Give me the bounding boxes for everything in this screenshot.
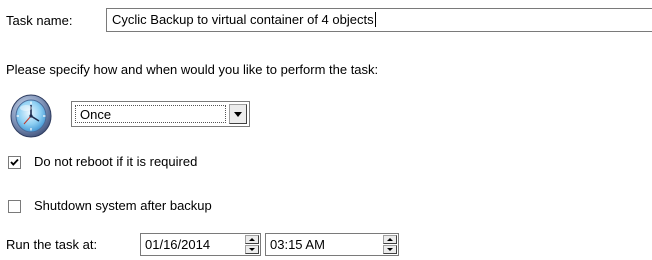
date-increment-button[interactable] — [245, 235, 259, 244]
arrow-down-icon — [249, 248, 255, 251]
no-reboot-label[interactable]: Do not reboot if it is required — [34, 154, 197, 170]
chevron-down-icon — [234, 112, 242, 117]
time-decrement-button[interactable] — [383, 245, 397, 254]
date-picker[interactable]: 01/16/2014 — [140, 233, 261, 256]
time-spinner[interactable] — [383, 235, 397, 254]
dropdown-arrow-button[interactable] — [229, 104, 247, 124]
checkmark-icon — [10, 158, 19, 166]
arrow-down-icon — [387, 248, 393, 251]
clock-icon — [6, 93, 62, 139]
task-name-value: Cyclic Backup to virtual container of 4 … — [112, 12, 374, 27]
task-name-input[interactable]: Cyclic Backup to virtual container of 4 … — [106, 8, 652, 32]
arrow-up-icon — [387, 238, 393, 241]
arrow-up-icon — [249, 238, 255, 241]
time-value: 03:15 AM — [270, 237, 325, 252]
schedule-selected-value: Once — [75, 105, 226, 123]
text-caret — [374, 12, 376, 27]
no-reboot-checkbox[interactable] — [8, 156, 21, 169]
shutdown-checkbox[interactable] — [8, 200, 21, 213]
time-increment-button[interactable] — [383, 235, 397, 244]
date-value: 01/16/2014 — [145, 237, 211, 252]
date-spinner[interactable] — [245, 235, 259, 254]
time-picker[interactable]: 03:15 AM — [265, 233, 399, 256]
task-name-label: Task name: — [6, 13, 73, 28]
run-time-label: Run the task at: — [6, 237, 98, 252]
schedule-instruction: Please specify how and when would you li… — [6, 62, 379, 77]
schedule-dropdown[interactable]: Once — [71, 101, 250, 127]
date-decrement-button[interactable] — [245, 245, 259, 254]
shutdown-label[interactable]: Shutdown system after backup — [34, 198, 212, 214]
